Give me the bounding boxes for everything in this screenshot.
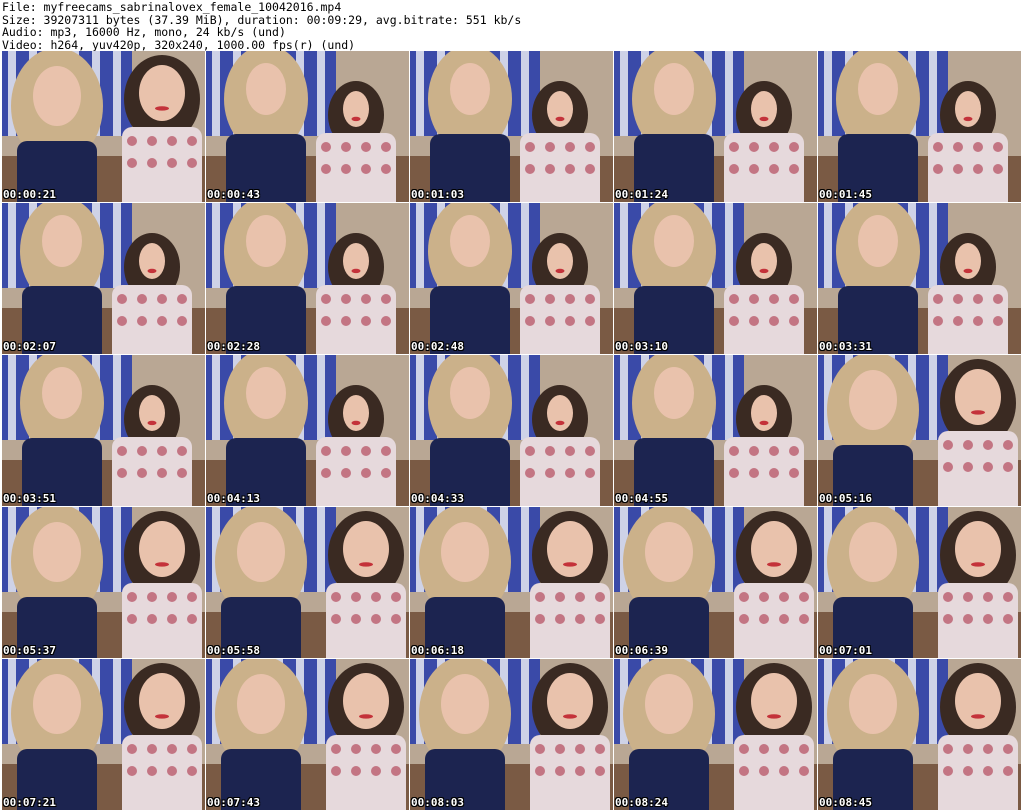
video-thumbnail: 00:08:24 [614,659,817,810]
thumbnail-frame-image [410,203,613,354]
thumbnail-grid: 00:00:21 00:00:43 00:01:03 00:01:24 00:01:45… [2,51,1022,810]
thumbnail-timestamp: 00:01:24 [615,188,668,201]
thumbnail-frame-image [206,507,409,658]
video-thumbnail: 00:07:01 [818,507,1021,658]
video-thumbnail: 00:05:37 [2,507,205,658]
thumbnail-timestamp: 00:06:39 [615,644,668,657]
thumbnail-frame-image [614,203,817,354]
video-info-line: Video: h264, yuv420p, 320x240, 1000.00 f… [2,37,356,52]
thumbnail-timestamp: 00:02:48 [411,340,464,353]
thumbnail-timestamp: 00:06:18 [411,644,464,657]
thumbnail-frame-image [818,507,1021,658]
thumbnail-frame-image [206,203,409,354]
video-thumbnail: 00:06:18 [410,507,613,658]
video-thumbnail: 00:04:55 [614,355,817,506]
thumbnail-timestamp: 00:03:31 [819,340,872,353]
thumbnail-frame-image [614,507,817,658]
thumbnail-timestamp: 00:02:07 [3,340,56,353]
video-thumbnail: 00:02:48 [410,203,613,354]
thumbnail-timestamp: 00:04:13 [207,492,260,505]
video-thumbnail: 00:01:45 [818,51,1021,202]
thumbnail-timestamp: 00:05:16 [819,492,872,505]
thumbnail-timestamp: 00:08:24 [615,796,668,809]
thumbnail-frame-image [2,51,205,202]
thumbnail-frame-image [614,51,817,202]
thumbnail-timestamp: 00:05:37 [3,644,56,657]
video-thumbnail: 00:08:45 [818,659,1021,810]
thumbnail-frame-image [818,659,1021,810]
video-thumbnail: 00:07:21 [2,659,205,810]
thumbnail-timestamp: 00:08:45 [819,796,872,809]
thumbnail-timestamp: 00:04:55 [615,492,668,505]
thumbnail-frame-image [2,659,205,810]
video-thumbnail: 00:01:03 [410,51,613,202]
video-thumbnail: 00:00:43 [206,51,409,202]
thumbnail-frame-image [614,659,817,810]
thumbnail-frame-image [614,355,817,506]
file-name-line: File: myfreecams_sabrinalovex_female_100… [2,0,342,14]
thumbnail-frame-image [2,355,205,506]
video-thumbnail: 00:03:51 [2,355,205,506]
thumbnail-frame-image [818,203,1021,354]
video-thumbnail: 00:00:21 [2,51,205,202]
video-thumbnail: 00:02:28 [206,203,409,354]
thumbnail-timestamp: 00:01:03 [411,188,464,201]
audio-info-line: Audio: mp3, 16000 Hz, mono, 24 kb/s (und… [2,25,286,39]
thumbnail-timestamp: 00:00:21 [3,188,56,201]
thumbnail-timestamp: 00:02:28 [207,340,260,353]
thumbnail-frame-image [206,51,409,202]
video-thumbnail: 00:05:58 [206,507,409,658]
thumbnail-timestamp: 00:07:01 [819,644,872,657]
thumbnail-frame-image [818,355,1021,506]
thumbnail-timestamp: 00:08:03 [411,796,464,809]
video-thumbnail: 00:07:43 [206,659,409,810]
video-thumbnail: 00:05:16 [818,355,1021,506]
thumbnail-frame-image [2,203,205,354]
video-thumbnail: 00:06:39 [614,507,817,658]
thumbnail-frame-image [206,355,409,506]
video-thumbnail: 00:03:10 [614,203,817,354]
thumbnail-frame-image [2,507,205,658]
thumbnail-timestamp: 00:00:43 [207,188,260,201]
thumbnail-timestamp: 00:03:10 [615,340,668,353]
thumbnail-frame-image [410,51,613,202]
thumbnail-timestamp: 00:07:43 [207,796,260,809]
video-thumbnail: 00:08:03 [410,659,613,810]
thumbnail-frame-image [410,659,613,810]
thumbnail-timestamp: 00:01:45 [819,188,872,201]
thumbnail-frame-image [206,659,409,810]
video-thumbnail: 00:01:24 [614,51,817,202]
video-thumbnail: 00:02:07 [2,203,205,354]
thumbnail-frame-image [818,51,1021,202]
thumbnail-frame-image [410,507,613,658]
thumbnail-frame-image [410,355,613,506]
thumbnail-timestamp: 00:07:21 [3,796,56,809]
thumbnail-timestamp: 00:04:33 [411,492,464,505]
video-thumbnail: 00:04:13 [206,355,409,506]
video-thumbnail: 00:04:33 [410,355,613,506]
video-thumbnail: 00:03:31 [818,203,1021,354]
thumbnail-timestamp: 00:05:58 [207,644,260,657]
file-info-header: File: myfreecams_sabrinalovex_female_100… [2,1,1002,51]
thumbnail-timestamp: 00:03:51 [3,492,56,505]
